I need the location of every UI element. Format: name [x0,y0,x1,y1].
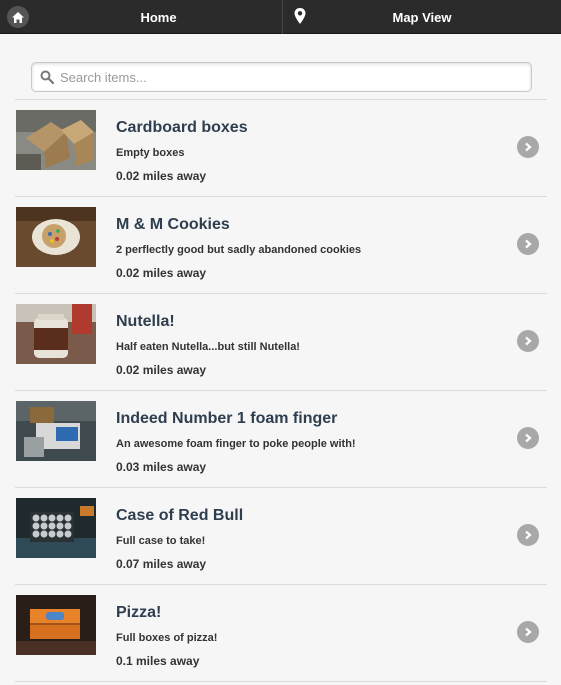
item-title: M & M Cookies [116,216,230,233]
item-distance: 0.03 miles away [116,460,207,474]
nav-home-label: Home [140,9,177,25]
search-bar[interactable] [31,62,532,92]
item-distance: 0.07 miles away [116,557,207,571]
nav-home-button[interactable]: Home [35,0,283,34]
item-title: Case of Red Bull [116,507,244,524]
item-thumbnail [16,595,96,655]
list-item[interactable]: Cardboard boxes Empty boxes 0.02 miles a… [15,100,547,197]
chevron-right-icon[interactable] [517,621,539,643]
item-description: Half eaten Nutella...but still Nutella! [116,341,300,353]
item-description: Empty boxes [116,147,185,159]
item-thumbnail [16,498,96,558]
home-icon-cell[interactable] [0,0,35,34]
chevron-right-icon[interactable] [517,330,539,352]
search-input[interactable] [60,64,520,90]
list-item[interactable]: Indeed Number 1 foam finger An awesome f… [15,391,547,488]
item-thumbnail [16,207,96,267]
item-distance: 0.1 miles away [116,654,200,668]
list-item[interactable]: Pizza! Full boxes of pizza! 0.1 miles aw… [15,585,547,682]
item-distance: 0.02 miles away [116,266,207,280]
chevron-right-icon[interactable] [517,524,539,546]
list-item[interactable]: Nutella! Half eaten Nutella...but still … [15,294,547,391]
home-icon[interactable] [6,6,29,28]
chevron-right-icon[interactable] [517,427,539,449]
chevron-right-icon[interactable] [517,136,539,158]
item-description: 2 perflectly good but sadly abandoned co… [116,244,362,256]
list-item[interactable]: M & M Cookies 2 perflectly good but sadl… [15,197,547,294]
item-distance: 0.02 miles away [116,363,207,377]
items-list: Cardboard boxes Empty boxes 0.02 miles a… [15,99,547,682]
map-pin-icon [293,7,307,25]
search-icon [40,70,55,85]
main-content: Cardboard boxes Empty boxes 0.02 miles a… [0,35,561,685]
item-title: Indeed Number 1 foam finger [116,410,338,427]
item-description: An awesome foam finger to poke people wi… [116,438,356,450]
top-navbar: Home Map View [0,0,561,34]
item-thumbnail [16,401,96,461]
list-item[interactable]: Case of Red Bull Full case to take! 0.07… [15,488,547,585]
item-description: Full boxes of pizza! [116,632,218,644]
item-title: Pizza! [116,604,162,621]
item-thumbnail [16,110,96,170]
item-title: Cardboard boxes [116,119,248,136]
item-description: Full case to take! [116,535,206,547]
item-title: Nutella! [116,313,175,330]
chevron-right-icon[interactable] [517,233,539,255]
nav-map-view-label: Map View [392,9,452,25]
item-thumbnail [16,304,96,364]
item-distance: 0.02 miles away [116,169,207,183]
nav-map-view-button[interactable]: Map View [283,0,561,34]
